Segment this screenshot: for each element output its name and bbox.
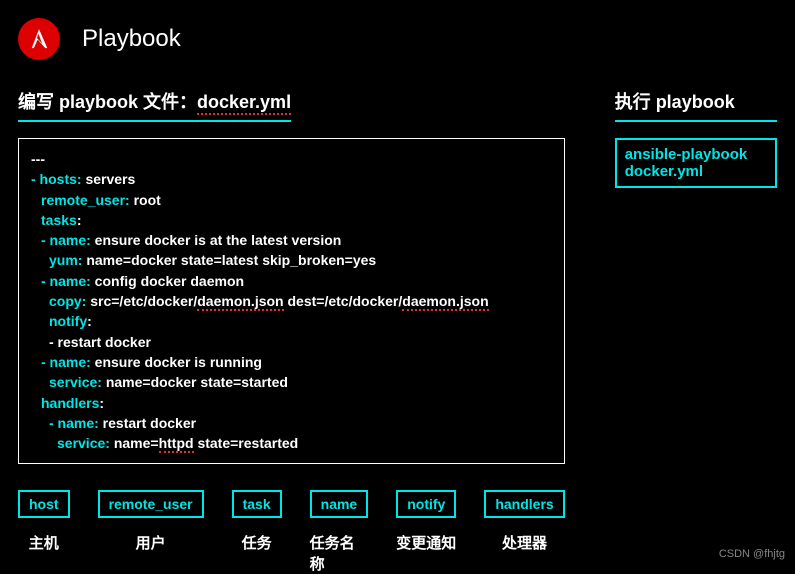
code-line: - hosts: servers	[31, 169, 552, 189]
legend-label: 任务	[242, 532, 272, 553]
legend-item-task: task 任务	[232, 490, 282, 574]
legend-label: 主机	[29, 532, 59, 553]
code-line: - name: restart docker	[31, 413, 552, 433]
legend-tag: handlers	[484, 490, 564, 518]
legend-label: 用户	[136, 532, 166, 553]
legend-item-notify: notify 变更通知	[396, 490, 456, 574]
legend-item-host: host 主机	[18, 490, 70, 574]
content-columns: 编写 playbook 文件：docker.yml --- - hosts: s…	[18, 88, 777, 574]
page-title: Playbook	[82, 25, 181, 53]
legend-item-remote-user: remote_user 用户	[98, 490, 204, 574]
code-line: tasks:	[31, 210, 552, 230]
left-section-title: 编写 playbook 文件：docker.yml	[18, 88, 291, 122]
legend-tag: name	[310, 490, 369, 518]
legend-tag: remote_user	[98, 490, 204, 518]
right-section-title: 执行 playbook	[615, 88, 777, 122]
code-line: ---	[31, 149, 552, 169]
legend-label: 处理器	[502, 532, 547, 553]
code-line: service: name=httpd state=restarted	[31, 433, 552, 453]
ansible-logo	[18, 18, 60, 60]
legend-tag: notify	[396, 490, 456, 518]
legend-tag: host	[18, 490, 70, 518]
legend-label: 变更通知	[396, 532, 456, 553]
watermark: CSDN @fhjtg	[719, 548, 785, 560]
code-line: - restart docker	[31, 332, 552, 352]
code-line: - name: ensure docker is at the latest v…	[31, 230, 552, 250]
title-filename: docker.yml	[197, 92, 291, 115]
legend-tag: task	[232, 490, 282, 518]
legend-item-handlers: handlers 处理器	[484, 490, 564, 574]
code-line: remote_user: root	[31, 190, 552, 210]
code-line: notify:	[31, 311, 552, 331]
command-box: ansible-playbook docker.yml	[615, 138, 777, 188]
title-prefix: 编写 playbook 文件：	[18, 92, 197, 112]
code-block: --- - hosts: servers remote_user: root t…	[18, 138, 565, 464]
code-line: handlers:	[31, 393, 552, 413]
code-line: - name: config docker daemon	[31, 271, 552, 291]
code-line: - name: ensure docker is running	[31, 352, 552, 372]
ansible-a-icon	[26, 26, 52, 52]
legend-label: 任务名称	[310, 532, 369, 574]
code-line: copy: src=/etc/docker/daemon.json dest=/…	[31, 291, 552, 311]
code-line: service: name=docker state=started	[31, 372, 552, 392]
legend-item-name: name 任务名称	[310, 490, 369, 574]
left-column: 编写 playbook 文件：docker.yml --- - hosts: s…	[18, 88, 565, 574]
legend-row: host 主机 remote_user 用户 task 任务 name 任务名称…	[18, 490, 565, 574]
right-column: 执行 playbook ansible-playbook docker.yml	[615, 88, 777, 574]
code-line: yum: name=docker state=latest skip_broke…	[31, 250, 552, 270]
header: Playbook	[18, 18, 777, 60]
